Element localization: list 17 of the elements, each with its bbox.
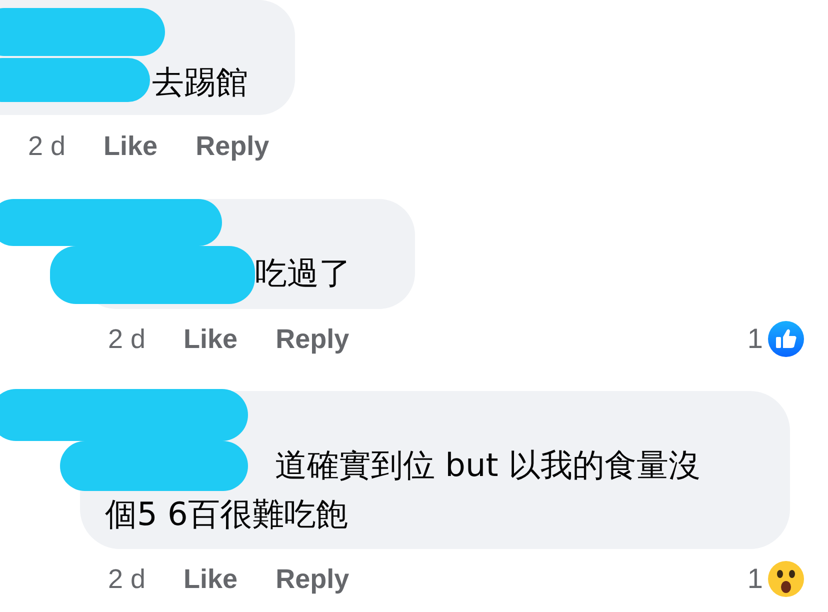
comment-action-link[interactable]: Reply — [196, 130, 270, 162]
comment-action-link[interactable]: Like — [184, 324, 238, 354]
comment-text: 個5 6百很難吃飽 — [105, 494, 348, 535]
comment-action-link[interactable]: Reply — [276, 324, 350, 354]
comment-action-link[interactable]: Reply — [276, 564, 350, 594]
thumbs-up-icon — [767, 320, 805, 358]
comment-text: 去踢館 — [152, 62, 248, 103]
comment-time: 2 d — [28, 130, 66, 162]
comment-text: 道確實到位 but 以我的食量沒 — [275, 445, 700, 486]
comment-text: 吃過了 — [255, 253, 351, 294]
surprised-emoji-icon — [767, 560, 805, 598]
reaction-count: 1 — [747, 323, 763, 355]
comment-time: 2 d — [108, 564, 146, 594]
reaction-count: 1 — [747, 563, 763, 595]
comment-time: 2 d — [108, 324, 146, 354]
comment-action-link[interactable]: Like — [184, 564, 238, 594]
comment-action-link[interactable]: Like — [104, 130, 158, 162]
